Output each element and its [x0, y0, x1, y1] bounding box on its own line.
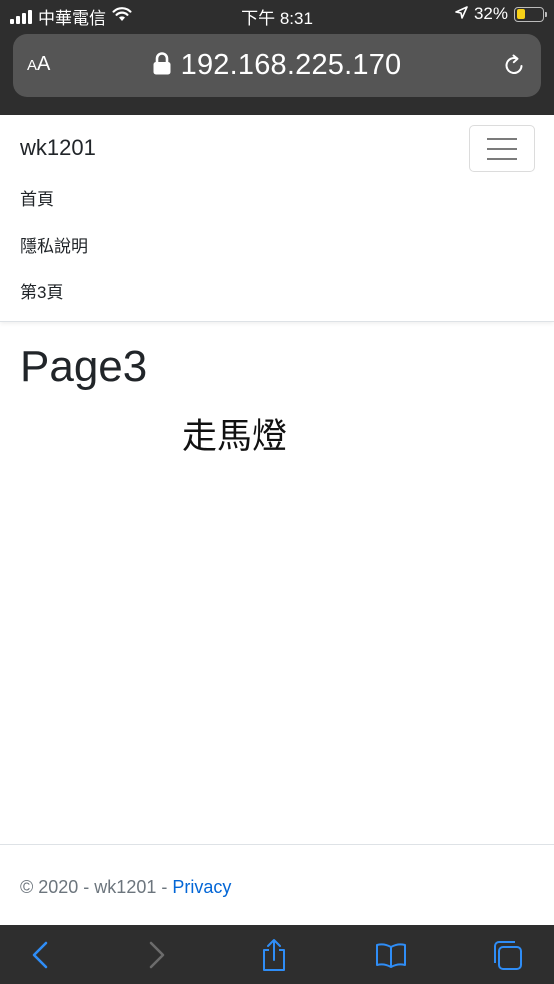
- lock-icon: [153, 50, 171, 83]
- forward-icon[interactable]: [139, 937, 175, 973]
- hamburger-icon-bar: [487, 158, 517, 160]
- bookmarks-icon[interactable]: [373, 937, 409, 973]
- back-icon[interactable]: [22, 937, 58, 973]
- navbar: wk1201 首頁 隱私說明 第3頁: [0, 115, 554, 322]
- battery-icon: [514, 6, 547, 22]
- location-arrow-icon: [455, 4, 468, 24]
- browser-chrome: AA 192.168.225.170: [0, 28, 554, 115]
- nav-link-home[interactable]: 首頁: [20, 185, 54, 210]
- url-display[interactable]: 192.168.225.170: [13, 49, 541, 83]
- footer: © 2020 - wk1201 - Privacy: [0, 844, 554, 925]
- privacy-link[interactable]: Privacy: [172, 877, 231, 897]
- battery-level: [516, 9, 525, 19]
- marquee-text: 走馬燈: [182, 417, 288, 456]
- status-bar: 中華電信 下午 8:31 32%: [0, 0, 554, 28]
- navbar-brand[interactable]: wk1201: [20, 135, 96, 161]
- nav-link-privacy[interactable]: 隱私說明: [20, 232, 88, 257]
- page-title: Page3: [20, 342, 148, 391]
- url-text: 192.168.225.170: [180, 49, 402, 81]
- hamburger-icon-bar: [487, 148, 517, 150]
- reload-icon[interactable]: [502, 53, 526, 82]
- tabs-icon[interactable]: [490, 937, 526, 973]
- browser-toolbar: [0, 925, 554, 984]
- battery-percent: 32%: [473, 4, 508, 23]
- nav-link-page3[interactable]: 第3頁: [20, 278, 63, 303]
- share-icon[interactable]: [256, 937, 292, 973]
- address-bar[interactable]: AA 192.168.225.170: [13, 34, 541, 97]
- hamburger-icon-bar: [487, 138, 517, 140]
- footer-text: © 2020 - wk1201 - Privacy: [20, 877, 231, 898]
- status-right: 32%: [455, 4, 547, 24]
- navbar-toggler-button[interactable]: [469, 125, 535, 172]
- copyright-text: © 2020 - wk1201 -: [20, 877, 173, 897]
